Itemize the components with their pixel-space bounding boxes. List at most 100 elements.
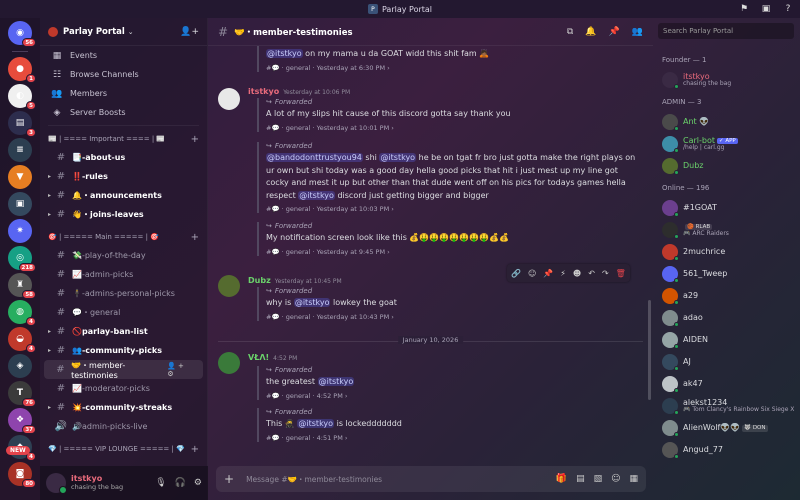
mention[interactable]: @itstkyo <box>266 49 303 58</box>
channel-item[interactable]: # 🤝・member-testimonies 👤+ ⚙ <box>44 360 203 380</box>
member-item[interactable]: Carl-bot ✓ APP/help | carl.gg <box>662 134 800 154</box>
channel-actions-icon[interactable]: 👤+ ⚙ <box>167 362 197 378</box>
server-icon[interactable]: T 76 <box>8 381 36 407</box>
apps-icon[interactable]: ⚡ <box>560 269 566 278</box>
add-channel-icon[interactable]: + <box>191 134 199 145</box>
scrollbar[interactable] <box>648 300 651 400</box>
forward-source[interactable]: #💬 · general · Yesterday at 10:03 PM › <box>266 205 637 213</box>
member-item[interactable]: ak47 <box>662 374 800 394</box>
headphones-icon[interactable]: 🎧 <box>175 478 186 488</box>
forward-source[interactable]: #💬 · general · Yesterday at 10:43 PM › <box>266 313 637 321</box>
member-item[interactable]: AIDEN <box>662 330 800 350</box>
member-item[interactable]: 🏀 RLAB 🎮 ARC Raiders <box>662 220 800 240</box>
channel-item[interactable]: ▸ # 👋・joins-leaves <box>40 205 207 224</box>
server-icon[interactable]: ▣ <box>8 192 32 216</box>
server-icon[interactable]: ♜ 58 <box>8 273 36 299</box>
avatar[interactable] <box>218 275 240 297</box>
server-icon[interactable]: ◒ 4 <box>8 327 36 353</box>
server-icon[interactable]: ◎ 218 <box>8 246 36 272</box>
member-item[interactable]: itstkyo chasing the bag <box>662 70 800 90</box>
member-item[interactable]: Angud_77 <box>662 440 800 460</box>
forward-icon[interactable]: ↷ <box>602 269 609 278</box>
apps-icon[interactable]: ▦ <box>629 474 638 484</box>
guild-header[interactable]: Parlay Portal ⌄ 👤+ <box>40 18 207 46</box>
avatar[interactable] <box>218 88 240 110</box>
server-icon[interactable]: ✷ <box>8 219 32 243</box>
message-author[interactable]: itstkyo <box>248 87 279 96</box>
channel-item[interactable]: ▸ # 👥-community-picks <box>40 341 207 360</box>
emoji-icon[interactable]: ☻ <box>573 269 581 278</box>
server-icon[interactable]: ◙ 80 <box>8 462 36 488</box>
search-input[interactable]: Search Parlay Portal <box>658 23 794 39</box>
mention[interactable]: @itstkyo <box>379 153 417 162</box>
reply-icon[interactable]: ↶ <box>588 269 595 278</box>
mention[interactable]: @bandodonttrustyou94 <box>266 153 363 162</box>
inbox-icon[interactable]: ▣ <box>760 3 772 15</box>
mention[interactable]: @itstkyo <box>317 377 355 386</box>
forward-source[interactable]: #💬 · general · 4:52 PM › <box>266 392 637 400</box>
threads-icon[interactable]: ⧉ <box>567 27 573 37</box>
sidebar-item[interactable]: ☷ Browse Channels <box>40 65 207 84</box>
channel-category[interactable]: 🎯 | ===== Main ===== | 🎯 + <box>40 228 207 246</box>
pin-icon[interactable]: 📌 <box>543 269 553 278</box>
delete-icon[interactable]: 🗑 <box>616 269 626 278</box>
add-member-icon[interactable]: 👤+ <box>180 27 199 37</box>
channel-item[interactable]: # 📑-about-us <box>40 148 207 167</box>
forward-source[interactable]: #💬 · general · Yesterday at 9:45 PM › <box>266 248 637 256</box>
gif-icon[interactable]: ▤ <box>576 474 585 484</box>
member-item[interactable]: Dubz <box>662 156 800 176</box>
emoji-icon[interactable]: ☺ <box>611 474 620 484</box>
avatar[interactable] <box>46 473 67 494</box>
server-icon[interactable]: ● 1 <box>8 57 36 83</box>
mention[interactable]: @itstkyo <box>293 298 331 307</box>
member-item[interactable]: 561_Tweep <box>662 264 800 284</box>
gift-icon[interactable]: 🎁 <box>556 474 567 484</box>
channel-category[interactable]: 💎 | ===== VIP LOUNGE ===== | 💎 + <box>40 440 207 458</box>
channel-item[interactable]: # 💬・general <box>40 303 207 322</box>
server-icon[interactable]: ◍ 4 <box>8 300 36 326</box>
add-channel-icon[interactable]: + <box>191 444 199 455</box>
channel-item[interactable]: ▸ # 💥-community-streaks <box>40 398 207 417</box>
new-badge[interactable]: NEW <box>6 446 30 455</box>
server-icon[interactable]: ◉ 56 <box>8 21 36 47</box>
channel-item[interactable]: # 📈-moderator-picks <box>40 379 207 398</box>
forward-source[interactable]: #💬 · general · 4:51 PM › <box>266 434 637 442</box>
channel-item[interactable]: ▸ # 🔔・announcements <box>40 186 207 205</box>
member-item[interactable]: #1GOAT <box>662 198 800 218</box>
microphone-icon[interactable]: 🎙 <box>155 478 166 488</box>
channel-item[interactable]: # 📈-admin-picks <box>40 265 207 284</box>
notification-bell-icon[interactable]: 🔔 <box>585 27 596 37</box>
message-input[interactable] <box>246 474 556 484</box>
mention[interactable]: @itstkyo <box>298 190 335 200</box>
help-icon[interactable]: ? <box>782 3 794 15</box>
channel-item[interactable]: # 🕴️-admins-personal-picks <box>40 284 207 303</box>
server-icon[interactable]: ▼ <box>8 165 32 189</box>
member-item[interactable]: AlienWolf👽👽 🐺 DON <box>662 418 800 438</box>
message-author[interactable]: Dubz <box>248 276 271 285</box>
add-reaction-icon[interactable]: ☺ <box>528 269 536 278</box>
member-item[interactable]: alekst1234 🎮 Tom Clancy's Rainbow Six Sie… <box>662 396 800 416</box>
message-author[interactable]: VŁΛ! <box>248 353 269 362</box>
add-channel-icon[interactable]: + <box>191 232 199 243</box>
mention[interactable]: @itstkyo <box>297 419 335 428</box>
sticker-icon[interactable]: ▧ <box>594 474 603 484</box>
channel-item[interactable]: # 💸-play-of-the-day <box>40 246 207 265</box>
member-item[interactable]: a29 <box>662 286 800 306</box>
copy-link-icon[interactable]: 🔗 <box>511 269 521 278</box>
member-item[interactable]: Ant 👽 <box>662 112 800 132</box>
server-icon[interactable]: ≡ <box>8 138 32 162</box>
flag-icon[interactable]: ⚑ <box>738 3 750 15</box>
member-list-icon[interactable]: 👥 <box>632 27 643 37</box>
sidebar-item[interactable]: 👥 Members <box>40 84 207 103</box>
forward-source[interactable]: #💬 · general · Yesterday at 10:01 PM › <box>266 124 637 132</box>
pin-icon[interactable]: 📌 <box>609 27 620 37</box>
channel-item[interactable]: 🔊 🔊admin-picks-live <box>40 417 207 436</box>
server-icon[interactable]: ▤ 3 <box>8 111 36 137</box>
server-icon[interactable]: ◈ <box>8 354 32 378</box>
sidebar-item[interactable]: ◈ Server Boosts <box>40 103 207 122</box>
add-attachment-icon[interactable]: + <box>224 472 234 486</box>
sidebar-item[interactable]: ▦ Events <box>40 46 207 65</box>
settings-gear-icon[interactable]: ⚙ <box>194 478 202 488</box>
member-item[interactable]: adao <box>662 308 800 328</box>
member-item[interactable]: AJ <box>662 352 800 372</box>
